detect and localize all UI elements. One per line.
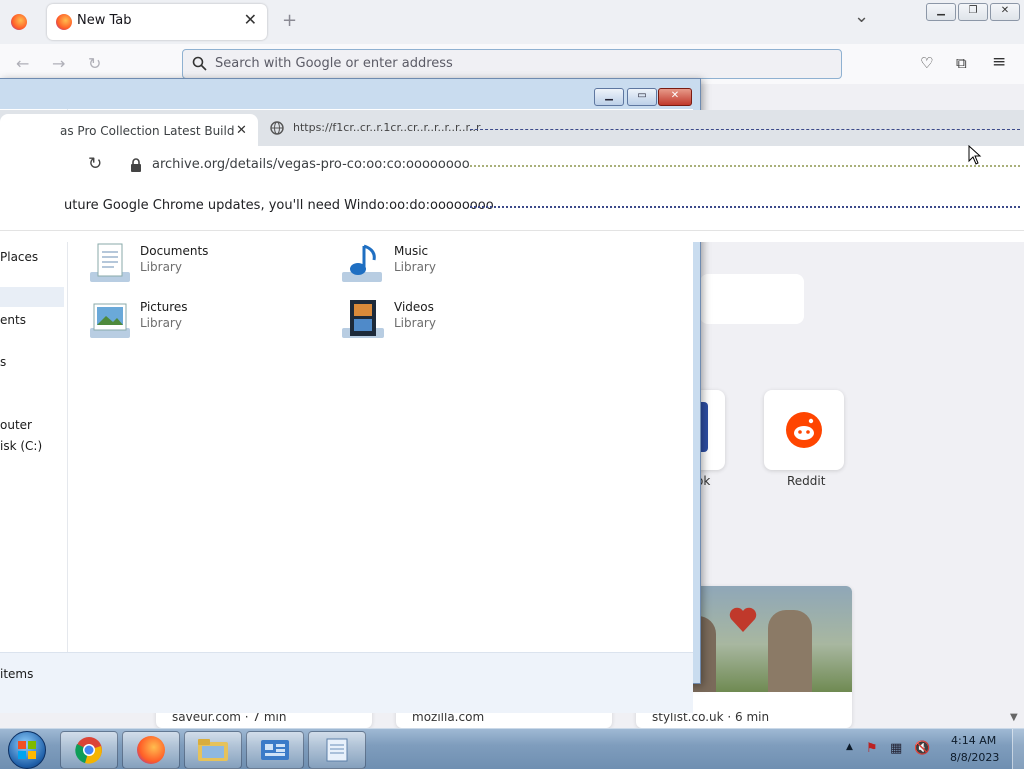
chrome-info-bar: uture Google Chrome updates, you'll need…: [0, 186, 1024, 231]
control-panel-icon: [261, 740, 289, 760]
restore-button[interactable]: ❐: [958, 3, 988, 21]
scroll-down-arrow[interactable]: ▼: [1010, 712, 1018, 723]
chrome-tab-title: as Pro Collection Latest Build: [60, 124, 235, 138]
nav-item-selected[interactable]: [0, 287, 64, 307]
mouse-cursor-icon: [968, 145, 982, 165]
videos-library-icon: [342, 300, 384, 338]
chrome-reload-icon[interactable]: ↻: [88, 154, 102, 174]
firefox-tab-new-tab[interactable]: New Tab ✕: [47, 4, 267, 40]
heart-balloon-icon: [729, 607, 757, 632]
list-all-tabs-button[interactable]: ⌄: [854, 6, 869, 27]
clock-time[interactable]: 4:14 AM: [951, 734, 996, 747]
taskbar-explorer-button[interactable]: [184, 731, 242, 769]
nav-item-documents[interactable]: ents: [0, 313, 26, 327]
reload-icon[interactable]: ↻: [88, 54, 101, 73]
nav-item-computer[interactable]: outer: [0, 418, 32, 432]
glitch-line: [470, 165, 1020, 167]
search-icon: [192, 56, 207, 71]
clock-date[interactable]: 8/8/2023: [950, 751, 999, 764]
nav-item-local-disk[interactable]: isk (C:): [0, 439, 42, 453]
library-item-videos[interactable]: Videos Library: [340, 298, 580, 342]
nav-item[interactable]: s: [0, 355, 6, 369]
close-button[interactable]: ✕: [990, 3, 1020, 21]
firefox-tab-bar: New Tab ✕ + ⌄ ▁ ❐ ✕: [0, 0, 1024, 44]
library-item-music[interactable]: Music Library: [340, 242, 580, 286]
globe-icon: [270, 121, 284, 135]
library-type: Library: [394, 316, 436, 330]
library-name: Music: [394, 244, 429, 258]
nav-item-recent-places[interactable]: Places: [0, 250, 38, 264]
back-arrow-icon[interactable]: ←: [16, 54, 29, 73]
chrome-tab2-url[interactable]: https://f1cr..cr..r.1cr..cr..r..r..r..r.…: [293, 121, 481, 134]
pictures-library-icon: [90, 303, 130, 338]
show-desktop-button[interactable]: [1012, 729, 1024, 769]
show-hidden-icons-button[interactable]: ▲: [846, 742, 853, 752]
action-center-icon[interactable]: ⚑: [866, 741, 878, 756]
chrome-tab-bar: as Pro Collection Latest Build ✕ https:/…: [0, 110, 1024, 146]
firefox-icon: [11, 14, 27, 30]
library-item-documents[interactable]: Documents Library: [86, 242, 326, 286]
extensions-icon[interactable]: ⧉: [956, 54, 967, 72]
chrome-info-message: uture Google Chrome updates, you'll need…: [64, 198, 494, 213]
volume-muted-icon[interactable]: 🔇: [914, 741, 930, 756]
start-button[interactable]: [8, 731, 46, 769]
tab-title: New Tab: [77, 13, 132, 28]
library-type: Library: [394, 260, 436, 274]
reddit-icon: [786, 412, 822, 448]
chrome-icon: [75, 737, 102, 764]
library-type: Library: [140, 316, 182, 330]
chrome-tab-active[interactable]: as Pro Collection Latest Build ✕: [0, 114, 258, 146]
taskbar-chrome-button[interactable]: [60, 731, 118, 769]
glitch-line: [470, 129, 1020, 130]
documents-library-icon: [90, 243, 130, 282]
taskbar: ▲ ⚑ ▦ 🔇 4:14 AM 8/8/2023: [0, 728, 1024, 769]
network-icon[interactable]: ▦: [890, 741, 902, 756]
shortcut-label-reddit: Reddit: [787, 474, 826, 488]
pocket-icon[interactable]: ♡: [920, 54, 933, 72]
tab-close-icon[interactable]: ✕: [244, 10, 257, 29]
menu-icon[interactable]: ≡: [992, 52, 1006, 72]
new-tab-button[interactable]: +: [282, 10, 297, 31]
taskbar-firefox-button[interactable]: [122, 731, 180, 769]
search-placeholder: Search with Google or enter address: [215, 56, 453, 71]
explorer-close-button[interactable]: ✕: [658, 88, 692, 106]
explorer-maximize-button[interactable]: ▭: [627, 88, 657, 106]
notepad-icon: [326, 738, 348, 762]
lock-icon: [131, 158, 141, 172]
windows-logo-icon: [18, 741, 36, 759]
firefox-icon: [137, 736, 165, 764]
shortcut-tile-reddit[interactable]: [764, 390, 844, 470]
library-type: Library: [140, 260, 182, 274]
chrome-toolbar: ↻ archive.org/details/vegas-pro-co:oo:co…: [0, 146, 1024, 186]
library-name: Pictures: [140, 300, 188, 314]
search-box-fragment: [700, 274, 804, 324]
music-library-icon: [342, 244, 382, 282]
chrome-address-bar[interactable]: archive.org/details/vegas-pro-co:oo:co:o…: [152, 157, 470, 172]
explorer-minimize-button[interactable]: ▁: [594, 88, 624, 106]
forward-arrow-icon[interactable]: →: [52, 54, 65, 73]
item-count: items: [0, 667, 34, 681]
firefox-tab-icon: [56, 14, 72, 30]
library-name: Videos: [394, 300, 434, 314]
taskbar-control-panel-button[interactable]: [246, 731, 304, 769]
folder-icon: [198, 739, 228, 761]
library-item-pictures[interactable]: Pictures Library: [86, 298, 326, 342]
search-input[interactable]: Search with Google or enter address: [182, 49, 842, 79]
library-name: Documents: [140, 244, 209, 258]
person-silhouette: [768, 610, 812, 692]
glitch-line: [470, 206, 1020, 208]
taskbar-notepad-button[interactable]: [308, 731, 366, 769]
status-bar: items: [0, 652, 693, 713]
chrome-tab-close-icon[interactable]: ✕: [236, 123, 247, 138]
minimize-button[interactable]: ▁: [926, 3, 956, 21]
chrome-window-fragment: as Pro Collection Latest Build ✕ https:/…: [0, 110, 1024, 242]
